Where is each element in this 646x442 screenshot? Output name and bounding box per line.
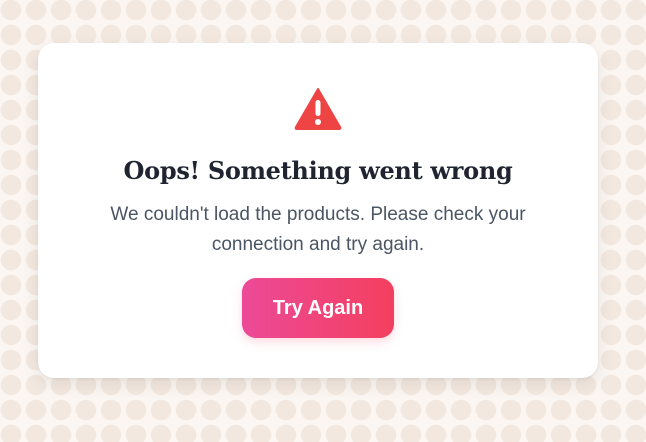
try-again-button[interactable]: Try Again — [242, 278, 394, 338]
warning-triangle-icon — [294, 88, 342, 130]
error-card: Oops! Something went wrong We couldn't l… — [38, 43, 598, 378]
error-message: We couldn't load the products. Please ch… — [110, 204, 526, 255]
error-title: Oops! Something went wrong — [123, 156, 513, 185]
